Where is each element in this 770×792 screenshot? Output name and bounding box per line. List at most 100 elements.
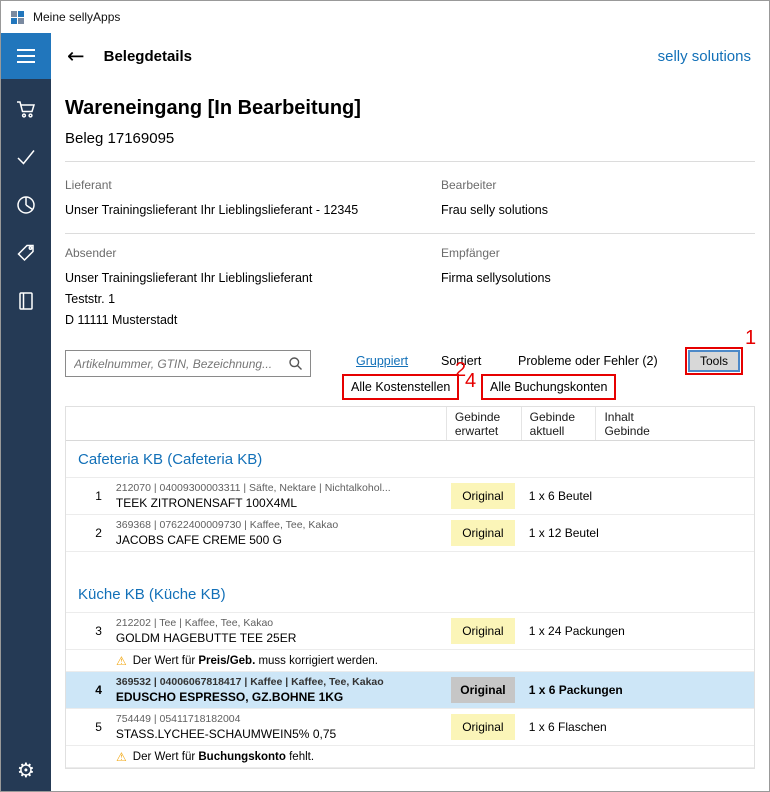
gebinde-badge[interactable]: Original [451, 714, 515, 740]
warning-icon: ⚠ [116, 750, 127, 764]
row-meta: 212070 | 04009300003311 | Säfte, Nektare… [116, 482, 446, 494]
table-row[interactable]: 3 212202 | Tee | Kaffee, Tee, Kakao GOLD… [66, 612, 754, 649]
header-gebinde-erwartet: Gebinde erwartet [446, 407, 521, 440]
warning-text: Der Wert für Preis/Geb. muss korrigiert … [133, 655, 378, 667]
cell-inhalt: 1 x 24 Packungen [521, 613, 754, 649]
table-row[interactable]: 2 369368 | 07622400009730 | Kaffee, Tee,… [66, 514, 754, 551]
cell-gebinde: Original [446, 672, 521, 708]
positions-table: Gebinde erwartet Gebinde aktuell Inhalt … [65, 406, 755, 769]
header-gebinde-aktuell: Gebinde aktuell [521, 407, 596, 440]
warning-text: Der Wert für Buchungskonto fehlt. [133, 751, 314, 763]
row-product-name: JACOBS CAFE CREME 500 G [116, 533, 446, 547]
cell-gebinde: Original [446, 709, 521, 745]
tools-button[interactable]: Tools [688, 350, 740, 372]
annotation-box-tools: Tools [685, 347, 743, 375]
cell-inhalt: 1 x 12 Beutel [521, 515, 754, 551]
toolbar: Gruppiert Sortiert Probleme oder Fehler … [65, 339, 755, 406]
checkmark-icon[interactable] [1, 144, 51, 169]
row-meta: 369532 | 04006067818417 | Kaffee | Kaffe… [116, 676, 446, 688]
group-rows: 1 212070 | 04009300003311 | Säfte, Nekta… [66, 477, 754, 552]
window-title: Meine sellyApps [33, 10, 120, 24]
filter-kostenstellen[interactable]: Alle Kostenstellen [351, 380, 450, 394]
row-product-name: GOLDM HAGEBUTTE TEE 25ER [116, 631, 446, 645]
row-number: 2 [66, 515, 112, 551]
row-number: 1 [66, 478, 112, 514]
brand-label: selly solutions [658, 48, 751, 65]
book-icon[interactable] [1, 288, 51, 313]
row-product-name: TEEK ZITRONENSAFT 100X4ML [116, 496, 446, 510]
row-description: 754449 | 05411718182004 STASS.LYCHEE-SCH… [112, 709, 446, 745]
app-window: Meine sellyApps [0, 0, 770, 792]
search-box [65, 350, 311, 377]
field-label: Absender [65, 246, 441, 260]
shopping-cart-icon[interactable] [1, 96, 51, 121]
cell-inhalt: 1 x 6 Packungen [521, 672, 754, 708]
document-number: Beleg 17169095 [65, 130, 755, 147]
table-row[interactable]: 5 754449 | 05411718182004 STASS.LYCHEE-S… [66, 708, 754, 745]
field-value: Frau selly solutions [441, 200, 755, 221]
content-area: Wareneingang [In Bearbeitung] Beleg 1716… [51, 79, 769, 792]
document-title: Wareneingang [In Bearbeitung] [65, 97, 755, 120]
filter-buchungskonten[interactable]: Alle Buchungskonten [490, 380, 607, 394]
header-description-col [112, 407, 446, 440]
back-arrow-icon[interactable]: ← [67, 44, 85, 68]
cell-inhalt: 1 x 6 Beutel [521, 478, 754, 514]
warning-row: ⚠ Der Wert für Preis/Geb. muss korrigier… [66, 649, 754, 671]
row-number: 4 [66, 672, 112, 708]
row-meta: 369368 | 07622400009730 | Kaffee, Tee, K… [116, 519, 446, 531]
annotation-number-4: 4 [465, 371, 476, 391]
pie-chart-icon[interactable] [1, 192, 51, 217]
cell-gebinde: Original [446, 515, 521, 551]
row-number: 5 [66, 709, 112, 745]
sidebar-nav [1, 96, 51, 313]
row-product-name: STASS.LYCHEE-SCHAUMWEIN5% 0,75 [116, 727, 446, 741]
row-meta: 754449 | 05411718182004 [116, 713, 446, 725]
fields-row-2: Absender Unser Trainingslieferant Ihr Li… [65, 234, 755, 339]
field-bearbeiter: Bearbeiter Frau selly solutions [441, 178, 755, 221]
row-description: 369368 | 07622400009730 | Kaffee, Tee, K… [112, 515, 446, 551]
gebinde-badge[interactable]: Original [451, 677, 515, 703]
row-meta: 212202 | Tee | Kaffee, Tee, Kakao [116, 617, 446, 629]
page-title: Belegdetails [104, 48, 192, 65]
annotation-number-1: 1 [745, 328, 756, 348]
field-empfaenger: Empfänger Firma sellysolutions [441, 246, 755, 331]
row-product-name: EDUSCHO ESPRESSO, GZ.BOHNE 1KG [116, 690, 446, 704]
cell-inhalt: 1 x 6 Flaschen [521, 709, 754, 745]
row-description: 212202 | Tee | Kaffee, Tee, Kakao GOLDM … [112, 613, 446, 649]
price-tag-icon[interactable] [1, 240, 51, 265]
titlebar: Meine sellyApps [1, 1, 769, 33]
field-value: Firma sellysolutions [441, 268, 755, 289]
search-input[interactable] [74, 357, 288, 371]
settings-gear-icon[interactable]: ⚙ [17, 760, 35, 780]
row-description: 212070 | 04009300003311 | Säfte, Nektare… [112, 478, 446, 514]
table-header: Gebinde erwartet Gebinde aktuell Inhalt … [66, 407, 754, 441]
app-icon [10, 10, 25, 25]
table-row-selected[interactable]: 4 369532 | 04006067818417 | Kaffee | Kaf… [66, 671, 754, 708]
field-value: Unser Trainingslieferant Ihr Lieblingsli… [65, 200, 441, 221]
hamburger-menu-icon[interactable] [1, 33, 51, 79]
cell-gebinde: Original [446, 478, 521, 514]
header-number-col [66, 407, 112, 440]
sidebar: ⚙ [1, 33, 51, 792]
field-label: Bearbeiter [441, 178, 755, 192]
tab-gruppiert[interactable]: Gruppiert [356, 354, 408, 368]
field-absender: Absender Unser Trainingslieferant Ihr Li… [65, 246, 441, 331]
warning-row: ⚠ Der Wert für Buchungskonto fehlt. [66, 745, 754, 767]
warning-icon: ⚠ [116, 654, 127, 668]
table-row[interactable]: 1 212070 | 04009300003311 | Säfte, Nekta… [66, 477, 754, 514]
group-rows: 3 212202 | Tee | Kaffee, Tee, Kakao GOLD… [66, 612, 754, 768]
cell-gebinde: Original [446, 613, 521, 649]
tab-probleme-fehler[interactable]: Probleme oder Fehler (2) [518, 354, 658, 368]
fields-row-1: Lieferant Unser Trainingslieferant Ihr L… [65, 162, 755, 234]
gebinde-badge[interactable]: Original [451, 520, 515, 546]
group-header-cafeteria: Cafeteria KB (Cafeteria KB) [66, 441, 754, 477]
field-value: Unser Trainingslieferant Ihr Lieblingsli… [65, 268, 441, 331]
annotation-box-kostenstellen: Alle Kostenstellen [342, 374, 459, 400]
annotation-box-buchungskonten: Alle Buchungskonten [481, 374, 616, 400]
gebinde-badge[interactable]: Original [451, 618, 515, 644]
gebinde-badge[interactable]: Original [451, 483, 515, 509]
field-label: Empfänger [441, 246, 755, 260]
field-label: Lieferant [65, 178, 441, 192]
row-description: 369532 | 04006067818417 | Kaffee | Kaffe… [112, 672, 446, 708]
search-icon [288, 356, 303, 371]
